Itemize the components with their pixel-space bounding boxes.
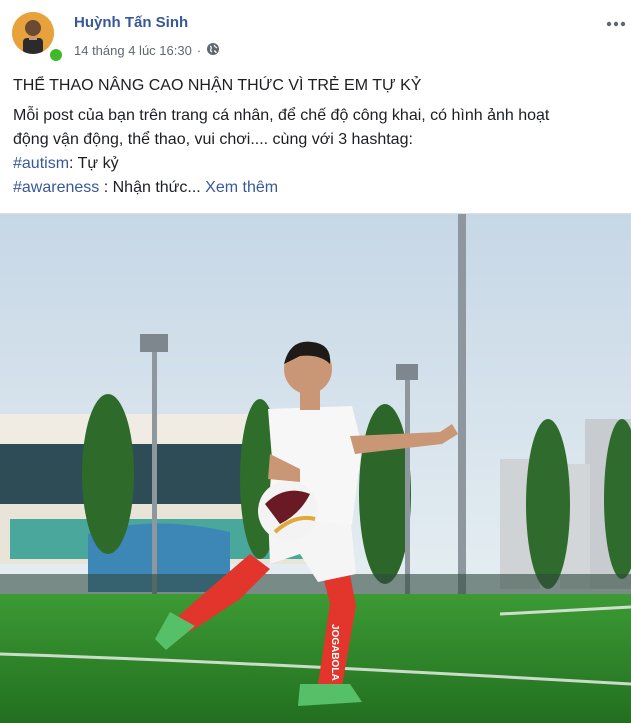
more-options-icon[interactable] xyxy=(604,14,628,34)
post-timestamp[interactable]: 14 tháng 4 lúc 16:30 xyxy=(74,43,192,58)
post-title: THỂ THAO NÂNG CAO NHẬN THỨC VÌ TRẺ EM TỰ… xyxy=(13,77,422,94)
post-text: THỂ THAO NÂNG CAO NHẬN THỨC VÌ TRẺ EM TỰ… xyxy=(13,74,623,200)
post-photo[interactable]: JOGABOLA xyxy=(0,213,631,723)
online-status-indicator xyxy=(48,47,64,63)
hashtag-line-2: #awareness : Nhận thức... Xem thêm xyxy=(13,176,623,200)
sock-brand-text: JOGABOLA xyxy=(329,624,340,681)
hashtag-line-1: #autism: Tự kỷ xyxy=(13,152,623,176)
globe-icon[interactable] xyxy=(206,42,220,59)
hashtag-description: : Nhận thức... xyxy=(99,179,201,196)
post-body-line-1: Mỗi post của bạn trên trang cá nhân, để … xyxy=(13,107,550,124)
see-more-link[interactable]: Xem thêm xyxy=(205,179,278,196)
author-name[interactable]: Huỳnh Tấn Sinh xyxy=(74,14,188,31)
hashtag-link[interactable]: #awareness xyxy=(13,179,99,196)
post-header: Huỳnh Tấn Sinh 14 tháng 4 lúc 16:30 · xyxy=(0,0,631,70)
hashtag-description: : Tự kỷ xyxy=(69,155,119,172)
meta-separator: · xyxy=(196,43,202,58)
avatar[interactable] xyxy=(12,12,54,54)
post-body-line-2: động vận động, thể thao, vui chơi.... cù… xyxy=(13,131,413,148)
post-meta: 14 tháng 4 lúc 16:30 · xyxy=(74,42,220,59)
hashtag-link[interactable]: #autism xyxy=(13,155,69,172)
